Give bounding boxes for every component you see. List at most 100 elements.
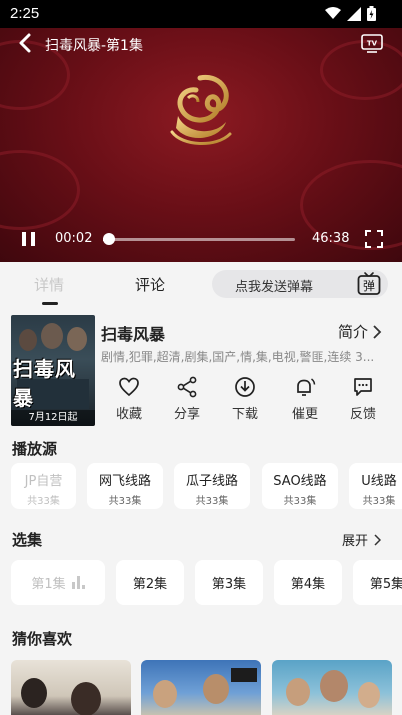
danmu-toggle-icon[interactable]: 弹 [356, 271, 382, 297]
source-count: 共33集 [108, 496, 142, 507]
signal-icon [347, 6, 361, 21]
share-button[interactable]: 分享 [162, 376, 212, 422]
wifi-icon [325, 7, 341, 19]
tab-detail[interactable]: 详情 [34, 274, 64, 295]
danmu-input[interactable]: 点我发送弹幕 弹 [212, 270, 388, 298]
danmu-icon-label: 弹 [363, 279, 375, 293]
now-playing-icon [71, 576, 85, 589]
show-poster[interactable]: 扫毒风暴 7月12日起 [11, 315, 95, 426]
tv-cast-icon[interactable]: TV [360, 32, 384, 54]
intro-label: 简介 [338, 323, 369, 341]
urge-update-button[interactable]: 催更 [280, 376, 330, 422]
genre-tags: 剧情,犯罪,超清,剧集,国产,情,集,电视,警匪,连续 3... [101, 350, 375, 364]
card-logo [231, 668, 257, 682]
download-button[interactable]: 下载 [220, 376, 270, 422]
fullscreen-icon[interactable] [364, 229, 384, 249]
source-name: SAO线路 [273, 474, 327, 489]
tab-comment[interactable]: 评论 [135, 274, 165, 295]
poster-figure [67, 327, 87, 351]
action-label: 分享 [173, 407, 200, 422]
danmu-placeholder: 点我发送弹幕 [235, 280, 314, 295]
source-count: 共33集 [27, 496, 60, 507]
action-label: 下载 [231, 407, 258, 422]
episode-item[interactable]: 第5集 [353, 560, 402, 605]
recommend-card[interactable] [11, 660, 131, 715]
intro-button[interactable]: 简介 [338, 321, 382, 342]
pause-icon [22, 232, 26, 246]
favorite-button[interactable]: 收藏 [104, 376, 154, 422]
video-player[interactable]: 2:25 扫毒风暴-第1集 TV 00:02 46:38 [0, 0, 402, 262]
recommend-list [11, 660, 402, 715]
back-arrow-icon[interactable] [16, 32, 36, 54]
episode-list: 第1集 第2集 第3集 第4集 第5集 [11, 560, 402, 606]
source-chip[interactable]: JP自营 共33集 [11, 463, 76, 509]
detail-panel: 详情 评论 点我发送弹幕 弹 扫毒风暴 7月12日起 扫毒风暴 简介 剧情,犯罪… [0, 262, 402, 715]
card-figure [358, 682, 380, 708]
svg-text:TV: TV [367, 40, 378, 48]
detail-tabs: 详情 评论 点我发送弹幕 弹 [0, 262, 402, 306]
expand-label: 展开 [342, 534, 369, 549]
source-chip[interactable]: SAO线路 共33集 [262, 463, 338, 509]
source-section-title: 播放源 [12, 440, 58, 458]
card-figure [71, 682, 101, 715]
action-label: 催更 [291, 407, 318, 422]
episode-section-title: 选集 [12, 531, 43, 549]
recommend-card[interactable] [141, 660, 261, 715]
status-time: 2:25 [10, 5, 40, 22]
recommend-section-title: 猜你喜欢 [12, 630, 73, 648]
tab-indicator [42, 302, 58, 305]
episode-label: 第2集 [132, 577, 168, 592]
episode-label: 第1集 [31, 577, 66, 592]
episode-item[interactable]: 第3集 [195, 560, 263, 605]
show-title: 扫毒风暴 [101, 325, 166, 344]
current-time: 00:02 [55, 231, 93, 246]
source-count: 共33集 [283, 496, 317, 507]
bell-icon [297, 378, 316, 396]
pause-button[interactable] [20, 230, 38, 248]
download-icon [235, 377, 255, 397]
source-list: JP自营 共33集 网飞线路 共33集 瓜子线路 共33集 SAO线路 共33集… [11, 463, 402, 509]
source-name: 瓜子线路 [185, 474, 238, 489]
card-figure [286, 678, 310, 706]
player-top-bar: 扫毒风暴-第1集 TV [0, 28, 402, 60]
recommend-card[interactable] [272, 660, 392, 715]
source-count: 共33集 [195, 496, 229, 507]
poster-date: 7月12日起 [11, 410, 95, 426]
episode-item[interactable]: 第2集 [116, 560, 184, 605]
card-figure [203, 674, 229, 704]
source-chip[interactable]: 网飞线路 共33集 [87, 463, 163, 509]
video-title: 扫毒风暴-第1集 [45, 38, 143, 54]
expand-button[interactable]: 展开 [342, 530, 382, 549]
status-bar: 2:25 [0, 0, 402, 28]
source-chip[interactable]: U线路 共33集 [349, 463, 402, 509]
seek-thumb[interactable] [103, 233, 115, 245]
source-name: 网飞线路 [98, 474, 151, 489]
card-figure [153, 680, 177, 708]
chevron-right-icon [373, 324, 382, 339]
share-icon [177, 376, 197, 398]
action-bar: 收藏 分享 下载 催更 反馈 [100, 376, 400, 426]
episode-label: 第4集 [290, 577, 326, 592]
player-controls: 00:02 46:38 [0, 226, 402, 252]
action-label: 收藏 [115, 407, 142, 422]
episode-item[interactable]: 第1集 [11, 560, 105, 605]
poster-title: 扫毒风暴 [13, 357, 76, 410]
chevron-right-icon [374, 533, 382, 546]
episode-label: 第3集 [211, 577, 247, 592]
source-count: 共33集 [362, 496, 396, 507]
source-name: U线路 [361, 474, 397, 489]
episode-label: 第5集 [369, 577, 402, 592]
source-name: JP自营 [24, 474, 63, 489]
poster-figure [41, 323, 63, 349]
source-chip[interactable]: 瓜子线路 共33集 [174, 463, 250, 509]
cloud-pattern [0, 150, 80, 230]
pause-icon [31, 232, 35, 246]
seek-bar[interactable] [103, 233, 295, 245]
episode-item[interactable]: 第4集 [274, 560, 342, 605]
total-time: 46:38 [312, 231, 350, 246]
action-label: 反馈 [349, 407, 376, 422]
feedback-icon [354, 378, 372, 396]
feedback-button[interactable]: 反馈 [338, 376, 388, 422]
heart-icon [119, 377, 139, 397]
card-figure [320, 670, 348, 702]
